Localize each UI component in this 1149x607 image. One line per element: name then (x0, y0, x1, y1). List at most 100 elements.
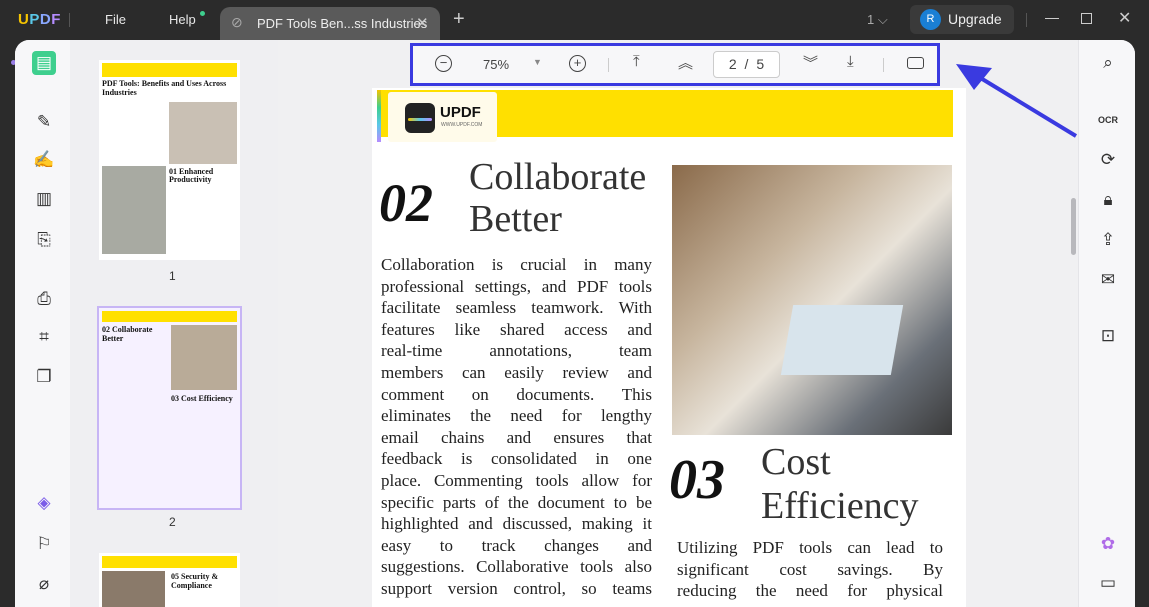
collaboration-photo (672, 165, 952, 435)
section-title: Cost Efficiency (761, 440, 919, 528)
first-page-icon[interactable]: ⤒ (633, 53, 640, 70)
annotation-arrow (956, 64, 1078, 138)
body-line: facilitate seamless teamwork. With (381, 298, 652, 318)
maximize-button[interactable] (1081, 13, 1092, 24)
body-line: real-time annotations, team (381, 341, 652, 361)
vertical-scrollbar[interactable] (1071, 198, 1076, 255)
logo-text: UPDF (440, 104, 481, 121)
thumb-heading-text: Collaborate Better (102, 325, 153, 343)
body-line: easy to track changes and (381, 535, 652, 555)
title-bar: UPDF File Help ⊘ PDF Tools Ben...ss Indu… (0, 0, 1149, 40)
updf-app-icon (405, 103, 435, 133)
previous-page-icon[interactable]: ︽ (678, 52, 693, 73)
search-icon[interactable]: ⌕ (1096, 51, 1120, 75)
document-tab[interactable]: ⊘ PDF Tools Ben...ss Industries ✕ (220, 7, 440, 40)
page-separator: / (744, 56, 749, 72)
title-line: Collaborate (469, 156, 647, 198)
body-line: significant cost savings. By (677, 559, 943, 579)
body-line: professional settings, and PDF tools (381, 276, 652, 296)
zoom-level[interactable]: 75% (483, 57, 509, 72)
body-line: email chains and ensures that (381, 427, 652, 447)
protect-icon[interactable]: 🔒︎ (1096, 188, 1120, 212)
thumb-heading: 01 Enhanced Productivity (169, 168, 240, 184)
reader-icon[interactable]: ▤ (32, 51, 56, 75)
body-line: place. Commenting tools allow for (381, 470, 652, 490)
next-page-icon[interactable]: ︾ (803, 52, 818, 73)
zoom-dropdown-icon[interactable]: ▼ (533, 57, 542, 67)
menu-help[interactable]: Help (169, 12, 196, 27)
last-page-icon[interactable]: ⤓ (847, 53, 854, 70)
logo-url: WWW.UPDF.COM (441, 122, 483, 128)
divider (883, 58, 884, 72)
email-icon[interactable]: ✉ (1096, 268, 1120, 292)
thumb-num: 03 (171, 394, 179, 403)
tab-title: PDF Tools Ben...ss Industries (257, 16, 428, 31)
new-tab-button[interactable]: + (453, 8, 465, 31)
body-line: features like shared access and (381, 319, 652, 339)
page-thumbnail-2[interactable]: 02 Collaborate Better 03 Cost Efficiency (97, 306, 242, 510)
convert-icon[interactable]: ⎙ (32, 287, 56, 311)
thumb-photo (102, 166, 166, 254)
section-body: Collaboration is crucial in many professional… (381, 254, 652, 600)
upgrade-label: Upgrade (948, 11, 1002, 27)
compare-icon[interactable]: ❐ (32, 365, 56, 389)
thumb-label-1: 1 (169, 269, 176, 283)
form-icon[interactable]: ⎘ (32, 228, 56, 252)
organize-pages-icon[interactable]: ▥ (32, 187, 56, 211)
edit-text-icon[interactable]: ✍ (32, 148, 56, 172)
bookmark-icon[interactable]: ⚐ (32, 532, 56, 556)
share-icon[interactable]: ⇪ (1096, 228, 1120, 252)
wave-icon (408, 118, 432, 121)
left-toolbar: ▤ ✎ ✍ ▥ ⎘ ⎙ ⌗ ❐ ◈ ⚐ ⌀ (15, 40, 70, 607)
ocr-icon[interactable]: OCR (1096, 108, 1120, 132)
body-line: specific parts of the document to be (381, 492, 652, 512)
color-stripe (377, 90, 381, 142)
save-icon[interactable]: ⊡ (1096, 324, 1120, 348)
convert-file-icon[interactable]: ⟳ (1096, 148, 1120, 172)
body-line: support version control, so teams (381, 578, 652, 598)
zoom-in-button[interactable]: + (569, 55, 586, 72)
ai-assistant-icon[interactable]: ✿ (1096, 532, 1120, 556)
comment-icon[interactable]: ▭ (1096, 571, 1120, 595)
divider (69, 13, 70, 27)
body-line: reducing the need for physical (677, 581, 943, 601)
thumb-header (102, 311, 237, 322)
avatar: R (920, 9, 941, 30)
upgrade-button[interactable]: R Upgrade (910, 5, 1014, 34)
attachment-icon[interactable]: ⌀ (32, 572, 56, 596)
thumb-heading-text: Cost Efficiency (181, 394, 233, 403)
laptop-screen (780, 305, 904, 375)
divider (1026, 13, 1027, 27)
unsaved-icon: ⊘ (231, 14, 243, 30)
page-thumbnail-3[interactable]: 05 Security & Compliance (99, 553, 240, 607)
page-thumbnail-1[interactable]: PDF Tools: Benefits and Uses Across Indu… (99, 60, 240, 260)
presentation-icon[interactable] (907, 57, 924, 69)
crop-icon[interactable]: ⌗ (32, 325, 56, 349)
close-tab-icon[interactable]: ✕ (416, 14, 429, 32)
thumb-heading: 02 Collaborate Better (102, 325, 168, 343)
thumb-header (102, 63, 237, 77)
divider (608, 58, 609, 72)
title-line: Cost (761, 441, 831, 483)
arrow-head (956, 64, 992, 90)
thumb-heading: 05 Security & Compliance (171, 572, 237, 590)
zoom-out-button[interactable]: − (435, 55, 452, 72)
thumb-heading-text: Security & Compliance (171, 572, 219, 590)
chevron-down-icon: ⌵ (877, 12, 888, 27)
current-page: 2 (728, 56, 737, 72)
thumbnail-panel: PDF Tools: Benefits and Uses Across Indu… (70, 40, 278, 607)
page-number-input[interactable]: 2 / 5 (713, 51, 780, 78)
layers-icon[interactable]: ◈ (32, 491, 56, 515)
menu-file[interactable]: File (105, 12, 126, 27)
thumb-num: 05 (171, 572, 179, 581)
notification-dot (200, 11, 205, 16)
body-line: highlighted and discussed, making it (381, 514, 652, 534)
close-window-button[interactable]: ✕ (1118, 8, 1131, 28)
section-number: 02 (379, 173, 433, 233)
window-count[interactable]: 1 ⌵ (867, 12, 888, 28)
minimize-button[interactable] (1045, 18, 1059, 19)
body-line: feedback is consolidated in one (381, 449, 652, 469)
updf-logo-badge: UPDF WWW.UPDF.COM (388, 92, 497, 142)
highlighter-icon[interactable]: ✎ (32, 110, 56, 134)
thumb-heading: 03 Cost Efficiency (171, 394, 237, 403)
